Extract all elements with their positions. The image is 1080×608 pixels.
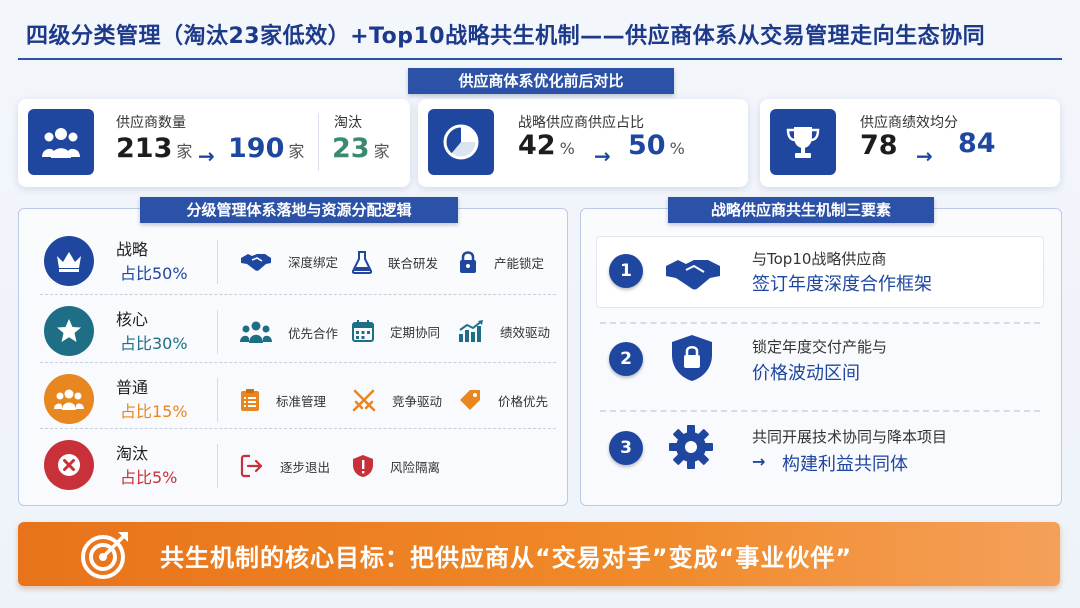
flask-icon — [352, 250, 380, 274]
tier-share: 占比30% — [120, 334, 188, 353]
tier-feature-label: 产能锁定 — [494, 255, 545, 271]
element-1-line1: 与Top10战略供应商 — [752, 250, 887, 268]
goal-banner: 共生机制的核心目标：把供应商从“交易对手”变成“事业伙伴” — [18, 522, 1060, 586]
page-title: 四级分类管理（淘汰23家低效）+Top10战略共生机制——供应商体系从交易管理走… — [26, 24, 986, 49]
clipboard-icon — [240, 388, 268, 412]
supplier-count-after: 190 家 — [228, 133, 305, 164]
strategic-share-card: 战略供应商供应占比 42% → 50% — [418, 99, 748, 187]
performance-after: 84 — [958, 128, 996, 159]
eliminated-value: 23 家 — [332, 133, 390, 164]
title-underline — [18, 58, 1062, 60]
divider — [600, 322, 1040, 324]
crown-icon — [44, 236, 94, 286]
tier-name: 战略 — [116, 240, 149, 259]
element-number-2: 2 — [609, 342, 643, 376]
divider — [40, 428, 556, 429]
elements-heading: 战略供应商共生机制三要素 — [668, 197, 934, 223]
divider — [217, 378, 218, 422]
star-icon — [44, 306, 94, 356]
pie-chart-icon — [428, 109, 494, 175]
tier-feature-label: 优先合作 — [288, 325, 339, 341]
tier-share: 占比50% — [120, 264, 188, 283]
divider — [217, 240, 218, 284]
tier-feature-label: 风险隔离 — [390, 459, 441, 475]
bar-chart-icon — [458, 320, 492, 342]
tier-feature: 联合研发 — [352, 250, 438, 274]
tier-feature-label: 竞争驱动 — [392, 393, 443, 409]
divider — [40, 362, 556, 363]
tier-feature-label: 价格优先 — [498, 393, 549, 409]
people-icon — [28, 109, 94, 175]
strategic-share-after: 50% — [628, 130, 685, 161]
tier-feature: 产能锁定 — [458, 250, 544, 274]
element-number-3: 3 — [609, 431, 643, 465]
tier-feature: 定期协同 — [352, 320, 440, 342]
element-2-line1: 锁定年度交付产能与 — [752, 338, 888, 356]
handshake-icon — [664, 252, 722, 296]
right-arrow-icon: → — [752, 452, 766, 471]
tier-share: 占比5% — [120, 468, 178, 487]
right-arrow-icon: → — [198, 144, 215, 168]
tier-feature: 竞争驱动 — [352, 388, 442, 412]
supplier-count-before: 213 家 — [116, 133, 193, 164]
tier-feature: 价格优先 — [458, 388, 548, 412]
target-icon — [78, 528, 132, 586]
element-2-line2: 价格波动区间 — [752, 363, 860, 384]
element-number-1: 1 — [609, 254, 643, 288]
tier-feature: 深度绑定 — [240, 250, 338, 272]
divider — [217, 444, 218, 488]
element-3-line2: 构建利益共同体 — [782, 454, 908, 475]
element-1-line2: 签订年度深度合作框架 — [752, 274, 932, 295]
exit-icon — [240, 454, 272, 478]
strategic-share-before: 42% — [518, 130, 575, 161]
tier-feature-label: 深度绑定 — [288, 254, 339, 270]
handshake-icon — [240, 250, 280, 272]
tier-feature: 标准管理 — [240, 388, 326, 412]
strategic-share-label: 战略供应商供应占比 — [518, 115, 644, 131]
tier-feature-label: 绩效驱动 — [500, 324, 551, 340]
tier-share: 占比15% — [120, 402, 188, 421]
performance-label: 供应商绩效均分 — [860, 115, 958, 131]
tier-heading: 分级管理体系落地与资源分配逻辑 — [140, 197, 458, 223]
tier-feature-label: 标准管理 — [276, 393, 327, 409]
tier-feature-label: 定期协同 — [390, 324, 441, 340]
tier-feature: 逐步退出 — [240, 454, 330, 478]
divider — [40, 294, 556, 295]
gear-icon — [668, 424, 714, 474]
tier-feature-label: 逐步退出 — [280, 459, 331, 475]
divider — [318, 113, 319, 171]
right-arrow-icon: → — [594, 144, 611, 168]
divider — [600, 410, 1040, 412]
calendar-icon — [352, 320, 382, 342]
crossed-swords-icon — [352, 388, 384, 412]
tier-feature: 风险隔离 — [352, 454, 440, 478]
tier-name: 淘汰 — [116, 444, 149, 463]
divider — [217, 310, 218, 354]
lock-icon — [458, 250, 486, 274]
shield-lock-icon — [670, 333, 714, 387]
tier-feature: 绩效驱动 — [458, 320, 550, 342]
right-arrow-icon: → — [916, 144, 933, 168]
supplier-count-card: 供应商数量 213 家 → 190 家 淘汰 23 家 — [18, 99, 410, 187]
supplier-count-label: 供应商数量 — [116, 115, 186, 131]
people-icon — [44, 374, 94, 424]
tier-feature: 优先合作 — [240, 320, 338, 344]
tier-feature-label: 联合研发 — [388, 255, 439, 271]
tier-name: 核心 — [116, 310, 149, 329]
performance-before: 78 — [860, 130, 898, 161]
goal-banner-text: 共生机制的核心目标：把供应商从“交易对手”变成“事业伙伴” — [160, 544, 853, 572]
shield-alert-icon — [352, 454, 382, 478]
price-tag-icon — [458, 388, 490, 412]
group-icon — [240, 320, 280, 344]
trophy-icon — [770, 109, 836, 175]
eliminated-label: 淘汰 — [334, 115, 362, 131]
x-icon — [44, 440, 94, 490]
comparison-heading: 供应商体系优化前后对比 — [408, 68, 674, 94]
element-3-line1: 共同开展技术协同与降本项目 — [752, 428, 948, 446]
performance-card: 供应商绩效均分 78 → 84 — [760, 99, 1060, 187]
tier-name: 普通 — [116, 378, 149, 397]
